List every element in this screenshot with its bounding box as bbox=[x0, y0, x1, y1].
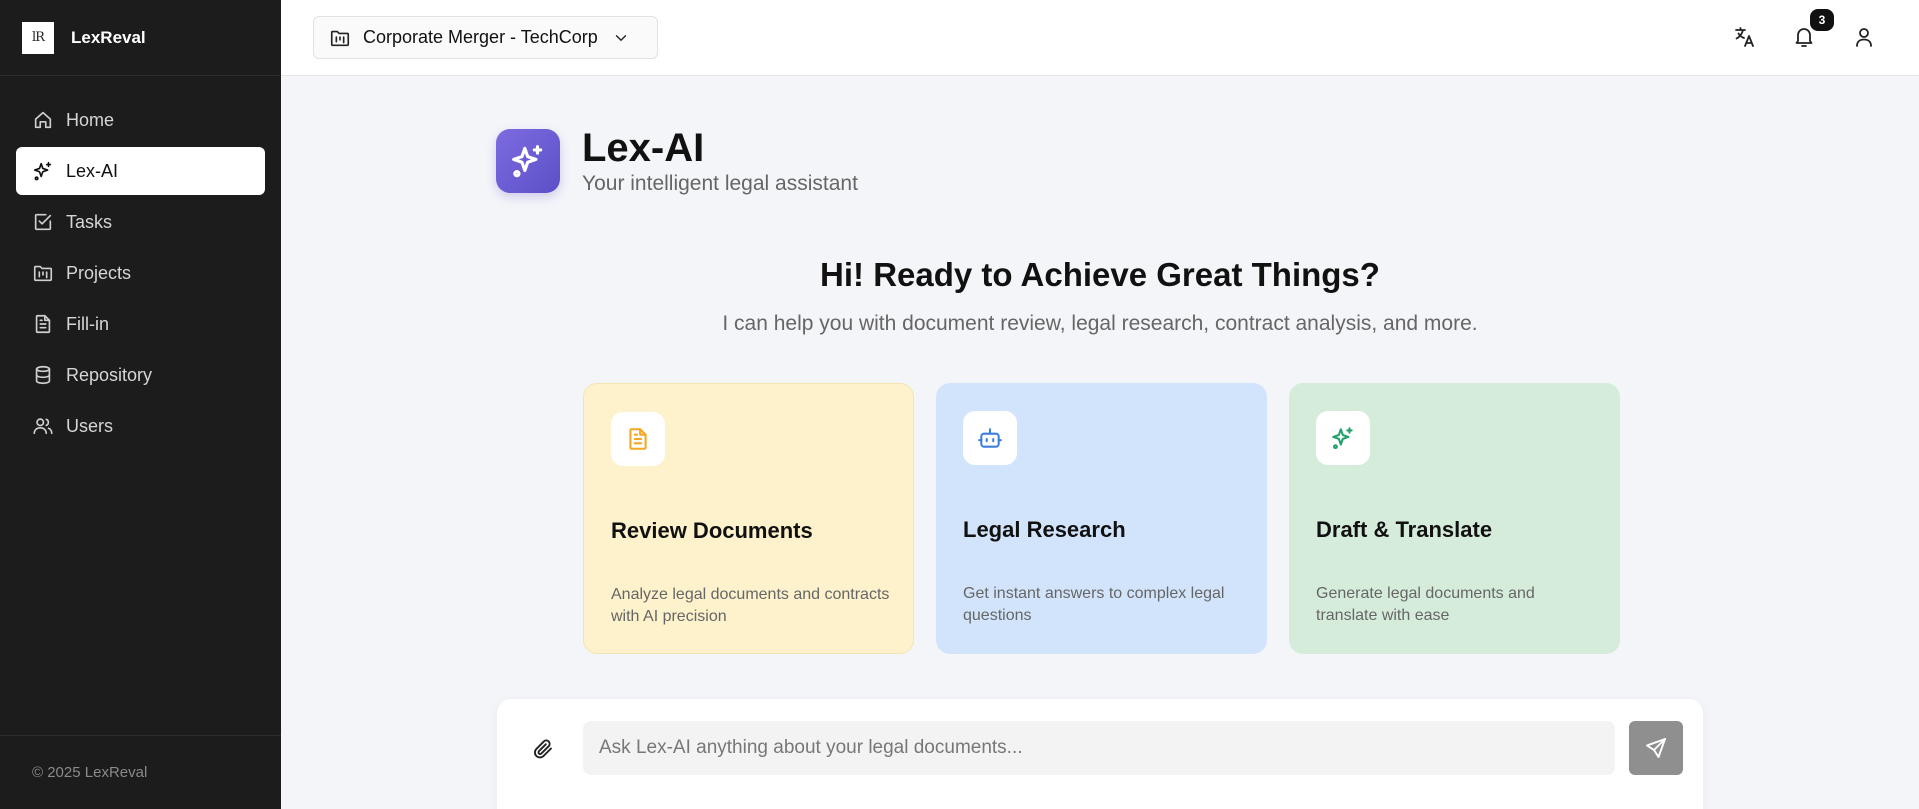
sparkles-icon bbox=[1332, 427, 1353, 450]
sidebar-item-lex-ai[interactable]: Lex-AI bbox=[16, 147, 265, 195]
file-text-icon bbox=[35, 314, 51, 334]
card-icon-container bbox=[963, 411, 1017, 465]
chevron-down-icon bbox=[615, 34, 626, 41]
paperclip-icon bbox=[534, 739, 552, 759]
sidebar-item-label: Lex-AI bbox=[66, 160, 119, 181]
app-name: LexReval bbox=[71, 27, 146, 47]
checkbox-icon bbox=[34, 213, 52, 231]
card-review-documents[interactable]: Review Documents Analyze legal documents… bbox=[583, 383, 914, 654]
sidebar-item-users[interactable]: Users bbox=[16, 402, 265, 450]
sidebar: lR LexReval Home Lex-AI Tasks Projects F… bbox=[0, 0, 281, 809]
card-title: Review Documents bbox=[611, 518, 813, 543]
notification-badge: 3 bbox=[1810, 9, 1834, 31]
card-description: Generate legal documents and translate w… bbox=[1316, 585, 1535, 624]
project-selector[interactable]: Corporate Merger - TechCorp bbox=[313, 16, 658, 59]
sidebar-item-tasks[interactable]: Tasks bbox=[16, 198, 265, 246]
sidebar-item-label: Fill-in bbox=[66, 313, 109, 334]
bot-icon bbox=[978, 428, 1002, 448]
sidebar-item-label: Repository bbox=[66, 364, 153, 385]
greeting-subtitle: I can help you with document review, leg… bbox=[722, 312, 1478, 335]
chat-input-panel bbox=[497, 699, 1703, 809]
app-logo: lR bbox=[22, 21, 54, 54]
card-legal-research[interactable]: Legal Research Get instant answers to co… bbox=[936, 383, 1267, 654]
greeting-title: Hi! Ready to Achieve Great Things? bbox=[820, 256, 1380, 293]
card-description: Get instant answers to complex legal que… bbox=[963, 585, 1225, 624]
users-icon bbox=[33, 418, 53, 435]
lex-ai-logo bbox=[496, 129, 560, 193]
sidebar-item-label: Users bbox=[66, 415, 114, 436]
user-icon bbox=[1856, 28, 1872, 47]
document-icon bbox=[629, 428, 647, 450]
copyright: © 2025 LexReval bbox=[0, 735, 281, 809]
notifications-button[interactable]: 3 bbox=[1789, 9, 1834, 52]
sidebar-nav: Home Lex-AI Tasks Projects Fill-in Repos… bbox=[0, 76, 281, 450]
sparkles-icon bbox=[512, 145, 543, 178]
translate-icon bbox=[1735, 27, 1754, 47]
chat-input[interactable] bbox=[583, 721, 1615, 775]
send-icon bbox=[1646, 738, 1666, 758]
page-subtitle: Your intelligent legal assistant bbox=[582, 172, 858, 195]
home-icon bbox=[34, 111, 52, 129]
brand[interactable]: lR LexReval bbox=[0, 0, 281, 76]
language-button[interactable] bbox=[1730, 22, 1760, 52]
card-description: Analyze legal documents and contracts wi… bbox=[611, 586, 890, 625]
card-title: Draft & Translate bbox=[1316, 517, 1493, 542]
sidebar-item-label: Projects bbox=[66, 262, 132, 283]
card-icon-container bbox=[1316, 411, 1370, 465]
send-button[interactable] bbox=[1629, 721, 1683, 775]
topbar: Corporate Merger - TechCorp 3 bbox=[281, 0, 1919, 76]
user-menu-button[interactable] bbox=[1849, 22, 1879, 52]
card-icon-container bbox=[611, 412, 665, 466]
sidebar-item-fill-in[interactable]: Fill-in bbox=[16, 300, 265, 348]
folder-kanban-icon bbox=[33, 265, 53, 282]
sidebar-item-home[interactable]: Home bbox=[16, 96, 265, 144]
card-draft-translate[interactable]: Draft & Translate Generate legal documen… bbox=[1289, 383, 1620, 654]
lex-ai-header: Lex-AI Your intelligent legal assistant bbox=[496, 126, 858, 196]
folder-kanban-icon bbox=[330, 30, 350, 46]
sidebar-item-projects[interactable]: Projects bbox=[16, 249, 265, 297]
sparkles-icon bbox=[33, 161, 52, 181]
project-name: Corporate Merger - TechCorp bbox=[363, 27, 598, 47]
database-icon bbox=[35, 365, 51, 385]
sidebar-item-repository[interactable]: Repository bbox=[16, 351, 265, 399]
header-text: Lex-AI Your intelligent legal assistant bbox=[582, 126, 858, 196]
sidebar-item-label: Tasks bbox=[66, 211, 113, 232]
page-title: Lex-AI bbox=[582, 126, 705, 170]
card-title: Legal Research bbox=[963, 517, 1126, 542]
attach-button[interactable] bbox=[529, 735, 557, 763]
sidebar-item-label: Home bbox=[66, 109, 115, 130]
